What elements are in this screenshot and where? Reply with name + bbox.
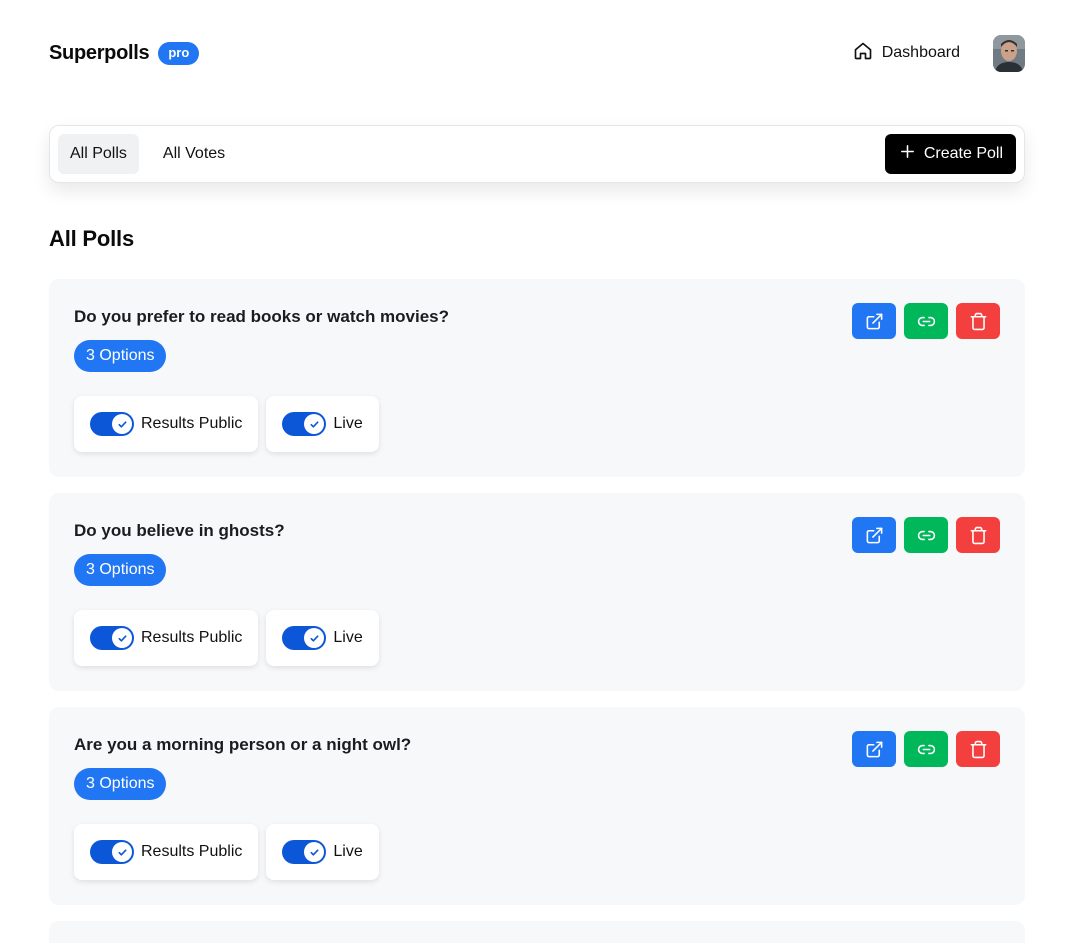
options-badge: 3 Options (74, 768, 167, 800)
plus-icon (899, 143, 916, 165)
open-poll-button[interactable] (852, 517, 896, 553)
results-public-label: Results Public (141, 629, 243, 646)
delete-poll-button[interactable] (956, 731, 1000, 767)
external-link-icon (866, 313, 882, 329)
check-icon (310, 848, 319, 856)
check-icon (310, 420, 319, 428)
copy-link-button[interactable] (904, 303, 948, 339)
results-public-switch[interactable] (90, 840, 134, 864)
check-icon (117, 420, 127, 428)
tab-all-polls[interactable]: All Polls (58, 134, 139, 174)
poll-toggles: Results Public Live (74, 610, 379, 666)
live-switch[interactable] (282, 840, 327, 864)
link-icon (917, 530, 935, 540)
check-icon (117, 634, 127, 642)
dashboard-link[interactable]: Dashboard (853, 41, 960, 66)
open-poll-button[interactable] (852, 303, 896, 339)
link-icon (917, 744, 935, 754)
poll-card: Are you a morning person or a night owl?… (49, 707, 1025, 905)
home-icon (853, 41, 873, 66)
live-toggle-card: Live (266, 824, 379, 880)
poll-actions (852, 303, 1000, 339)
brand[interactable]: Superpolls pro (49, 41, 200, 65)
options-badge: 3 Options (74, 340, 167, 372)
options-badge: 3 Options (74, 554, 167, 586)
poll-question: Do you prefer to read books or watch mov… (74, 307, 450, 326)
link-icon (917, 316, 935, 326)
poll-toggles: Results Public Live (74, 396, 379, 452)
results-public-label: Results Public (141, 843, 243, 860)
poll-question: Are you a morning person or a night owl? (74, 735, 412, 754)
pro-badge: pro (158, 41, 200, 65)
results-public-switch[interactable] (90, 412, 134, 436)
live-label: Live (333, 843, 363, 860)
check-icon (117, 848, 127, 856)
trash-icon (970, 526, 986, 544)
poll-card: Do you believe in ghosts? 3 Options Resu… (49, 493, 1025, 691)
results-public-label: Results Public (141, 415, 243, 432)
trash-icon (970, 312, 986, 330)
poll-actions (852, 731, 1000, 767)
app-header: Superpolls pro Dashboard (49, 33, 1025, 73)
results-public-switch[interactable] (90, 626, 134, 650)
copy-link-button[interactable] (904, 731, 948, 767)
poll-actions (852, 517, 1000, 553)
live-toggle-card: Live (266, 610, 379, 666)
dashboard-label[interactable]: Dashboard (882, 44, 960, 62)
avatar[interactable] (993, 34, 1025, 72)
tab-all-votes[interactable]: All Votes (151, 134, 237, 174)
external-link-icon (866, 527, 882, 543)
poll-toggles: Results Public Live (74, 824, 379, 880)
create-poll-label[interactable]: Create Poll (924, 145, 1003, 163)
tab-bar: All Polls All Votes Create Poll (49, 125, 1025, 183)
check-icon (310, 634, 319, 642)
results-public-toggle-card: Results Public (74, 610, 259, 666)
results-public-toggle-card: Results Public (74, 396, 259, 452)
delete-poll-button[interactable] (956, 517, 1000, 553)
brand-name[interactable]: Superpolls (49, 42, 150, 65)
poll-card: Do you prefer to read books or watch mov… (49, 279, 1025, 477)
copy-link-button[interactable] (904, 517, 948, 553)
live-switch[interactable] (282, 412, 327, 436)
external-link-icon (866, 741, 882, 757)
results-public-toggle-card: Results Public (74, 824, 259, 880)
live-label: Live (333, 415, 363, 432)
poll-card (49, 921, 1025, 943)
live-label: Live (333, 629, 363, 646)
live-toggle-card: Live (266, 396, 379, 452)
live-switch[interactable] (282, 626, 327, 650)
delete-poll-button[interactable] (956, 303, 1000, 339)
trash-icon (970, 740, 986, 758)
poll-question: Do you believe in ghosts? (74, 521, 285, 540)
header-right: Dashboard (853, 34, 1025, 72)
open-poll-button[interactable] (852, 731, 896, 767)
page-title: All Polls (49, 226, 134, 251)
create-poll-button[interactable]: Create Poll (884, 134, 1016, 174)
